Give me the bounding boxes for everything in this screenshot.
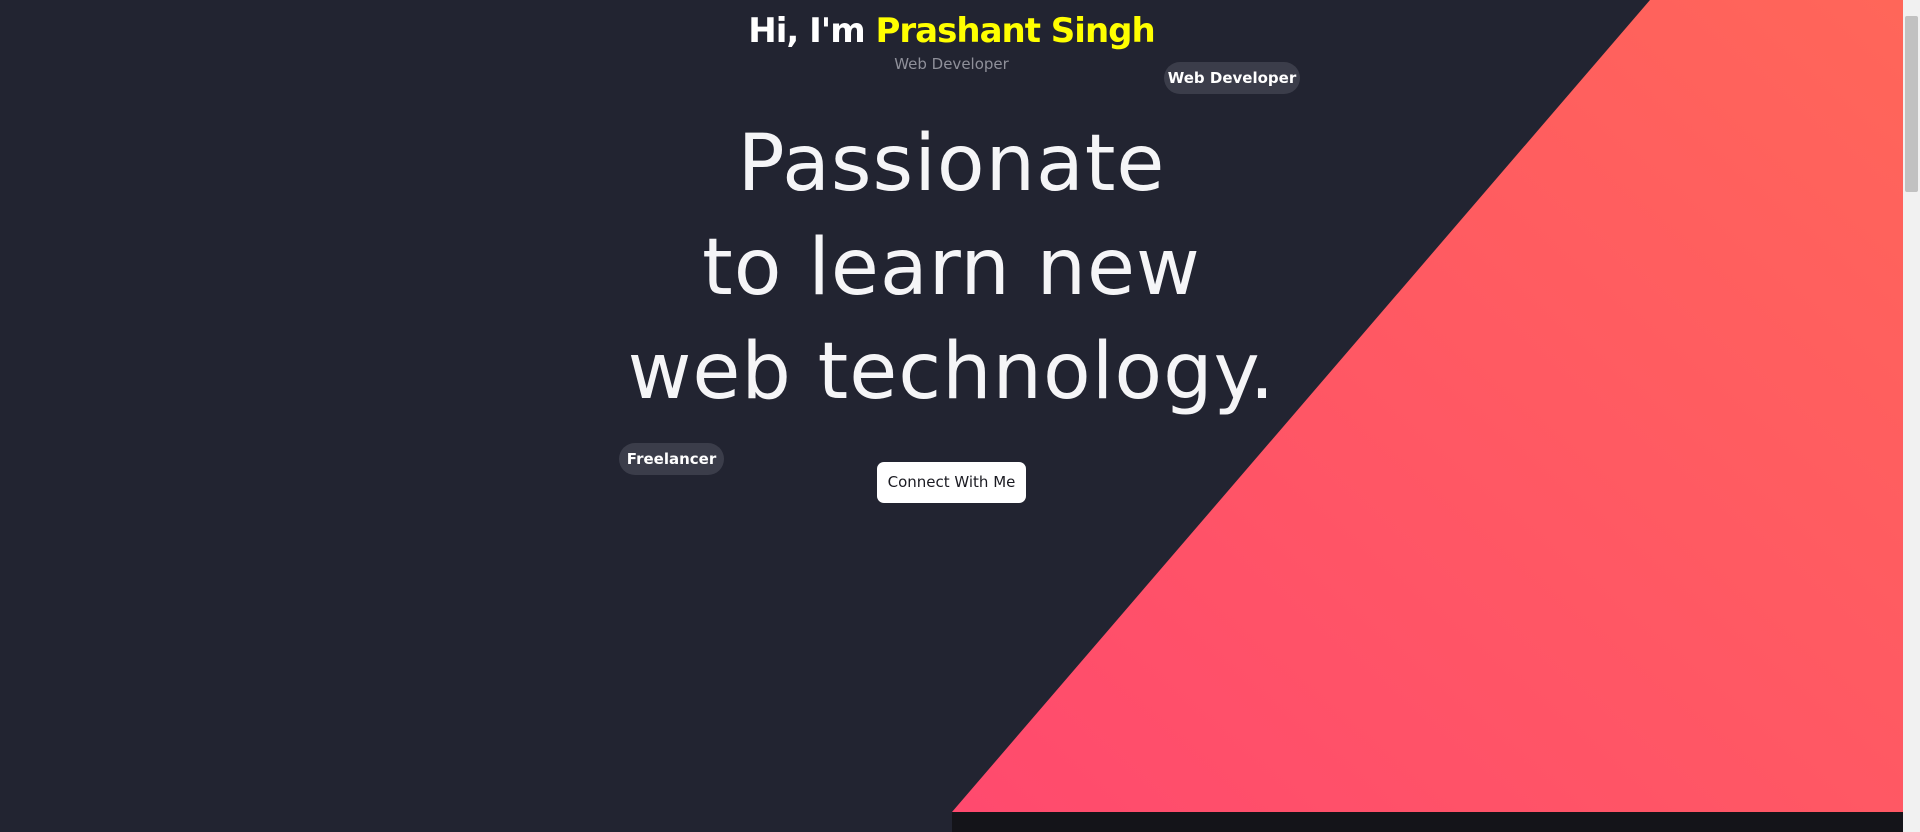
freelancer-badge: Freelancer: [619, 443, 724, 475]
web-developer-badge: Web Developer: [1164, 62, 1300, 94]
developer-name: Prashant Singh: [875, 11, 1156, 51]
greeting-heading: Hi, I'm Prashant Singh: [0, 8, 1903, 54]
role-subtitle: Web Developer: [894, 55, 1009, 73]
connect-with-me-button[interactable]: Connect With Me: [877, 462, 1026, 503]
hero-headline: Passionate to learn new web technology.: [0, 112, 1903, 424]
hero-section: Hi, I'm Prashant Singh Web Developer Web…: [0, 0, 1903, 832]
headline-line-1: Passionate: [737, 119, 1166, 209]
next-section-edge: [952, 812, 1903, 832]
headline-line-3: web technology.: [627, 327, 1276, 417]
headline-line-2: to learn new: [702, 223, 1201, 313]
page-scrollbar[interactable]: [1903, 0, 1920, 832]
scrollbar-thumb[interactable]: [1905, 16, 1918, 192]
page: Hi, I'm Prashant Singh Web Developer Web…: [0, 0, 1920, 832]
greeting-prefix: Hi, I'm: [748, 11, 865, 51]
